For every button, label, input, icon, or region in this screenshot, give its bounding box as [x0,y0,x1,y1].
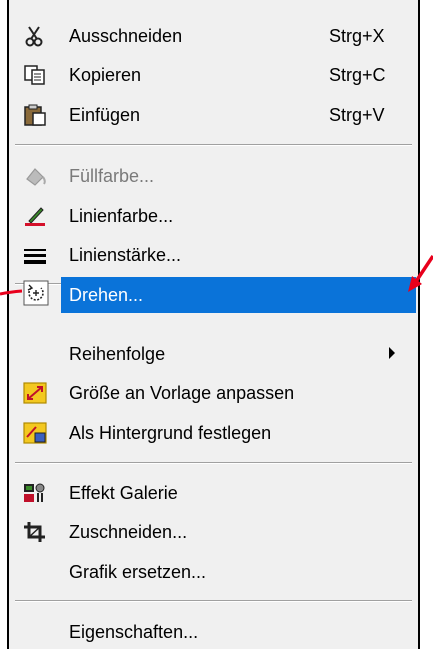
menu-item-label: Zuschneiden... [69,522,188,542]
line-color-icon [23,205,47,227]
menu-item-label: Größe an Vorlage anpassen [69,383,295,403]
context-menu: Ausschneiden Strg+X Kopieren Strg+C Einf… [7,0,420,649]
rotate-icon [23,280,49,306]
menu-separator [15,462,412,464]
menu-item-cut[interactable]: Ausschneiden Strg+X [9,18,418,54]
menu-item-label: Füllfarbe... [69,166,155,186]
menu-item-label: Linienfarbe... [69,206,174,226]
submenu-arrow-icon [389,347,395,359]
menu-item-rotate[interactable]: Drehen... [61,277,416,313]
menu-item-label: Drehen... [69,285,144,305]
menu-item-label: Linienstärke... [69,245,182,265]
menu-item-fill-color: Füllfarbe... [9,158,418,194]
menu-item-set-background[interactable]: Als Hintergrund festlegen [9,415,418,451]
menu-item-fit-to-template[interactable]: Größe an Vorlage anpassen [9,375,418,411]
menu-item-label: Einfügen [69,105,141,125]
menu-item-order[interactable]: Reihenfolge [9,336,418,372]
menu-item-effects-gallery[interactable]: Effekt Galerie [9,475,418,511]
set-background-icon [23,422,47,444]
menu-item-line-width[interactable]: Linienstärke... [9,237,418,273]
menu-item-label: Reihenfolge [69,344,166,364]
scissors-icon [23,25,47,47]
menu-item-label: Ausschneiden [69,26,183,46]
copy-icon [23,64,47,86]
menu-item-copy[interactable]: Kopieren Strg+C [9,57,418,93]
resize-to-template-icon [23,382,47,404]
menu-item-crop[interactable]: Zuschneiden... [9,514,418,550]
menu-item-label: Als Hintergrund festlegen [69,423,272,443]
menu-separator [15,600,412,602]
menu-item-shortcut: Strg+X [329,26,385,46]
menu-item-shortcut: Strg+V [329,105,385,125]
crop-icon [23,521,47,543]
line-width-icon [23,244,47,266]
effects-gallery-icon [23,482,47,504]
menu-item-label: Kopieren [69,65,142,85]
menu-item-label: Effekt Galerie [69,483,178,503]
menu-item-line-color[interactable]: Linienfarbe... [9,198,418,234]
menu-item-label: Grafik ersetzen... [69,562,207,582]
menu-item-shortcut: Strg+C [329,65,386,85]
menu-item-properties[interactable]: Eigenschaften... [9,614,418,650]
menu-item-replace-graphic[interactable]: Grafik ersetzen... [9,554,418,590]
fill-color-icon [23,165,47,187]
menu-item-paste[interactable]: Einfügen Strg+V [9,97,418,133]
paste-icon [23,104,47,126]
menu-item-label: Eigenschaften... [69,622,199,642]
menu-separator [15,144,412,146]
